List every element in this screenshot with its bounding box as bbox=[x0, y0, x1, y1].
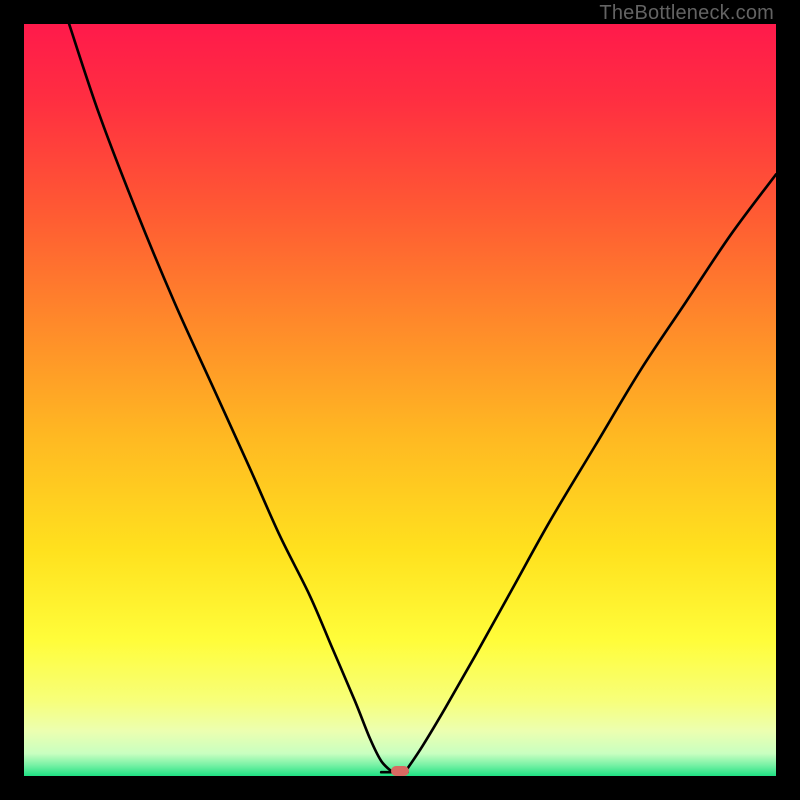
min-marker bbox=[391, 766, 409, 776]
watermark-text: TheBottleneck.com bbox=[599, 2, 774, 25]
curve-right-branch bbox=[408, 174, 776, 768]
curve-layer bbox=[24, 24, 776, 776]
curve-left-branch bbox=[69, 24, 392, 772]
plot-area bbox=[24, 24, 776, 776]
chart-frame: TheBottleneck.com bbox=[0, 0, 800, 800]
